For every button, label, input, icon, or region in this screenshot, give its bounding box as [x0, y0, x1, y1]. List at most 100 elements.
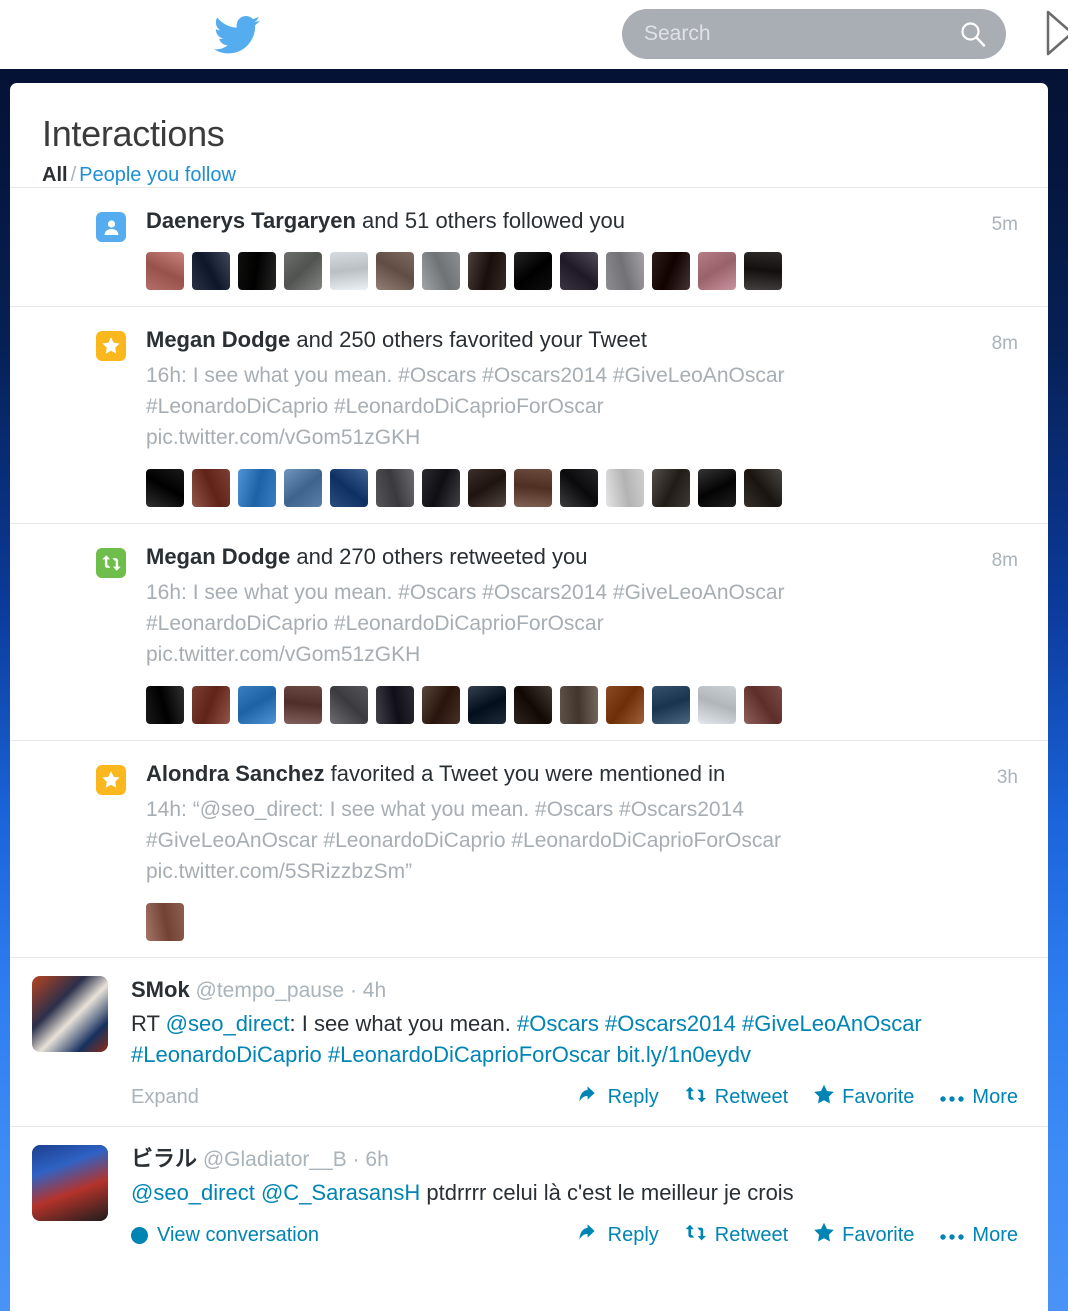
- avatar[interactable]: [330, 469, 368, 507]
- avatar[interactable]: [744, 469, 782, 507]
- avatar[interactable]: [238, 469, 276, 507]
- avatar[interactable]: [744, 252, 782, 290]
- avatar[interactable]: [192, 252, 230, 290]
- avatar[interactable]: [652, 252, 690, 290]
- interaction-action-text: favorited a Tweet you were mentioned in: [324, 761, 726, 786]
- avatar[interactable]: [606, 252, 644, 290]
- avatar[interactable]: [698, 686, 736, 724]
- search-icon[interactable]: [960, 21, 986, 47]
- next-arrow-icon[interactable]: [1046, 10, 1068, 56]
- search-input[interactable]: [644, 9, 944, 59]
- avatar[interactable]: [560, 686, 598, 724]
- tweet-link[interactable]: bit.ly/1n0eydv: [617, 1042, 752, 1067]
- filter-separator: /: [70, 164, 77, 186]
- tweet-header: ビラル @Gladiator__B · 6h: [131, 1145, 1018, 1174]
- interaction-actor-name[interactable]: Alondra Sanchez: [146, 761, 324, 786]
- avatar[interactable]: [698, 469, 736, 507]
- avatar[interactable]: [284, 469, 322, 507]
- tweet-link[interactable]: @seo_direct: [166, 1011, 290, 1036]
- filter-all[interactable]: All: [42, 164, 68, 186]
- avatar[interactable]: [514, 686, 552, 724]
- avatar[interactable]: [560, 469, 598, 507]
- tweet-link[interactable]: #Oscars: [517, 1011, 599, 1036]
- retweet-button[interactable]: Retweet: [684, 1086, 788, 1109]
- avatar[interactable]: [192, 469, 230, 507]
- tweet-timestamp[interactable]: 4h: [363, 979, 386, 1002]
- tweet-link[interactable]: #GiveLeoAnOscar: [742, 1011, 922, 1036]
- expand-link[interactable]: Expand: [131, 1086, 199, 1109]
- interaction-row[interactable]: 3h Alondra Sanchez favorited a Tweet you …: [10, 741, 1048, 957]
- avatar[interactable]: [698, 252, 736, 290]
- interaction-avatar-strip: [146, 686, 958, 724]
- card-header: Interactions All / People you follow: [10, 83, 1048, 187]
- avatar[interactable]: [422, 686, 460, 724]
- reply-arrow-icon: [579, 1085, 601, 1109]
- tweet-row[interactable]: ビラル @Gladiator__B · 6h @seo_direct @C_Sar…: [10, 1127, 1048, 1264]
- avatar[interactable]: [468, 252, 506, 290]
- tweet-timestamp[interactable]: 6h: [365, 1148, 388, 1171]
- tweet-text-segment: ptdrrrr celui là c'est le meilleur je cr…: [420, 1180, 794, 1205]
- avatar[interactable]: [376, 469, 414, 507]
- tweet-author-handle[interactable]: @Gladiator__B: [197, 1148, 347, 1171]
- avatar[interactable]: [238, 686, 276, 724]
- interaction-row[interactable]: 8m Megan Dodge and 250 others favorited y…: [10, 307, 1048, 523]
- retweet-icon: [684, 1224, 708, 1247]
- interaction-avatar-strip: [146, 252, 958, 290]
- favorite-button[interactable]: Favorite: [813, 1084, 914, 1111]
- avatar[interactable]: [32, 1145, 108, 1221]
- avatar[interactable]: [32, 976, 108, 1052]
- avatar[interactable]: [422, 469, 460, 507]
- avatar[interactable]: [652, 469, 690, 507]
- interaction-actor-name[interactable]: Megan Dodge: [146, 544, 290, 569]
- avatar[interactable]: [284, 252, 322, 290]
- conversation-dot-icon: [131, 1226, 148, 1244]
- avatar[interactable]: [238, 252, 276, 290]
- avatar[interactable]: [376, 252, 414, 290]
- interaction-row[interactable]: 8m Megan Dodge and 270 others retweeted y…: [10, 524, 1048, 740]
- retweet-button[interactable]: Retweet: [684, 1224, 788, 1247]
- reply-button[interactable]: Reply: [579, 1223, 659, 1247]
- interaction-body: Daenerys Targaryen and 51 others followe…: [146, 206, 1018, 290]
- more-button[interactable]: More: [939, 1086, 1018, 1109]
- favorite-button[interactable]: Favorite: [813, 1222, 914, 1249]
- avatar[interactable]: [146, 903, 184, 941]
- filter-people-you-follow[interactable]: People you follow: [79, 164, 236, 186]
- avatar[interactable]: [744, 686, 782, 724]
- tweet-link[interactable]: @seo_direct: [131, 1180, 255, 1205]
- twitter-bird-icon[interactable]: [214, 14, 262, 54]
- avatar[interactable]: [514, 469, 552, 507]
- tweet-author-handle[interactable]: @tempo_pause: [190, 979, 345, 1002]
- avatar[interactable]: [330, 252, 368, 290]
- avatar[interactable]: [146, 469, 184, 507]
- avatar[interactable]: [422, 252, 460, 290]
- preview-line: #LeonardoDiCaprio #LeonardoDiCaprioForOs…: [146, 612, 604, 635]
- more-button[interactable]: More: [939, 1224, 1018, 1247]
- tweet-link[interactable]: #Oscars2014: [605, 1011, 736, 1036]
- tweet-author-name[interactable]: SMok: [131, 977, 190, 1002]
- avatar[interactable]: [560, 252, 598, 290]
- tweet-link[interactable]: #LeonardoDiCaprioForOscar: [328, 1042, 610, 1067]
- avatar[interactable]: [192, 686, 230, 724]
- view-conversation-link[interactable]: View conversation: [131, 1224, 319, 1247]
- tweet-author-name[interactable]: ビラル: [131, 1146, 197, 1171]
- avatar[interactable]: [468, 686, 506, 724]
- avatar[interactable]: [146, 252, 184, 290]
- interaction-actor-name[interactable]: Daenerys Targaryen: [146, 208, 356, 233]
- tweet-link[interactable]: @C_SarasansH: [261, 1180, 420, 1205]
- avatar[interactable]: [514, 252, 552, 290]
- retweet-icon: [684, 1086, 708, 1109]
- avatar[interactable]: [606, 469, 644, 507]
- avatar[interactable]: [468, 469, 506, 507]
- search-box[interactable]: [622, 9, 1006, 59]
- avatar[interactable]: [606, 686, 644, 724]
- avatar[interactable]: [146, 686, 184, 724]
- interaction-row[interactable]: 5m Daenerys Targaryen and 51 others follo…: [10, 188, 1048, 306]
- avatar[interactable]: [284, 686, 322, 724]
- interaction-actor-name[interactable]: Megan Dodge: [146, 327, 290, 352]
- tweet-row[interactable]: SMok @tempo_pause · 4h RT @seo_direct: I …: [10, 958, 1048, 1126]
- reply-button[interactable]: Reply: [579, 1085, 659, 1109]
- avatar[interactable]: [330, 686, 368, 724]
- avatar[interactable]: [652, 686, 690, 724]
- avatar[interactable]: [376, 686, 414, 724]
- tweet-link[interactable]: #LeonardoDiCaprio: [131, 1042, 322, 1067]
